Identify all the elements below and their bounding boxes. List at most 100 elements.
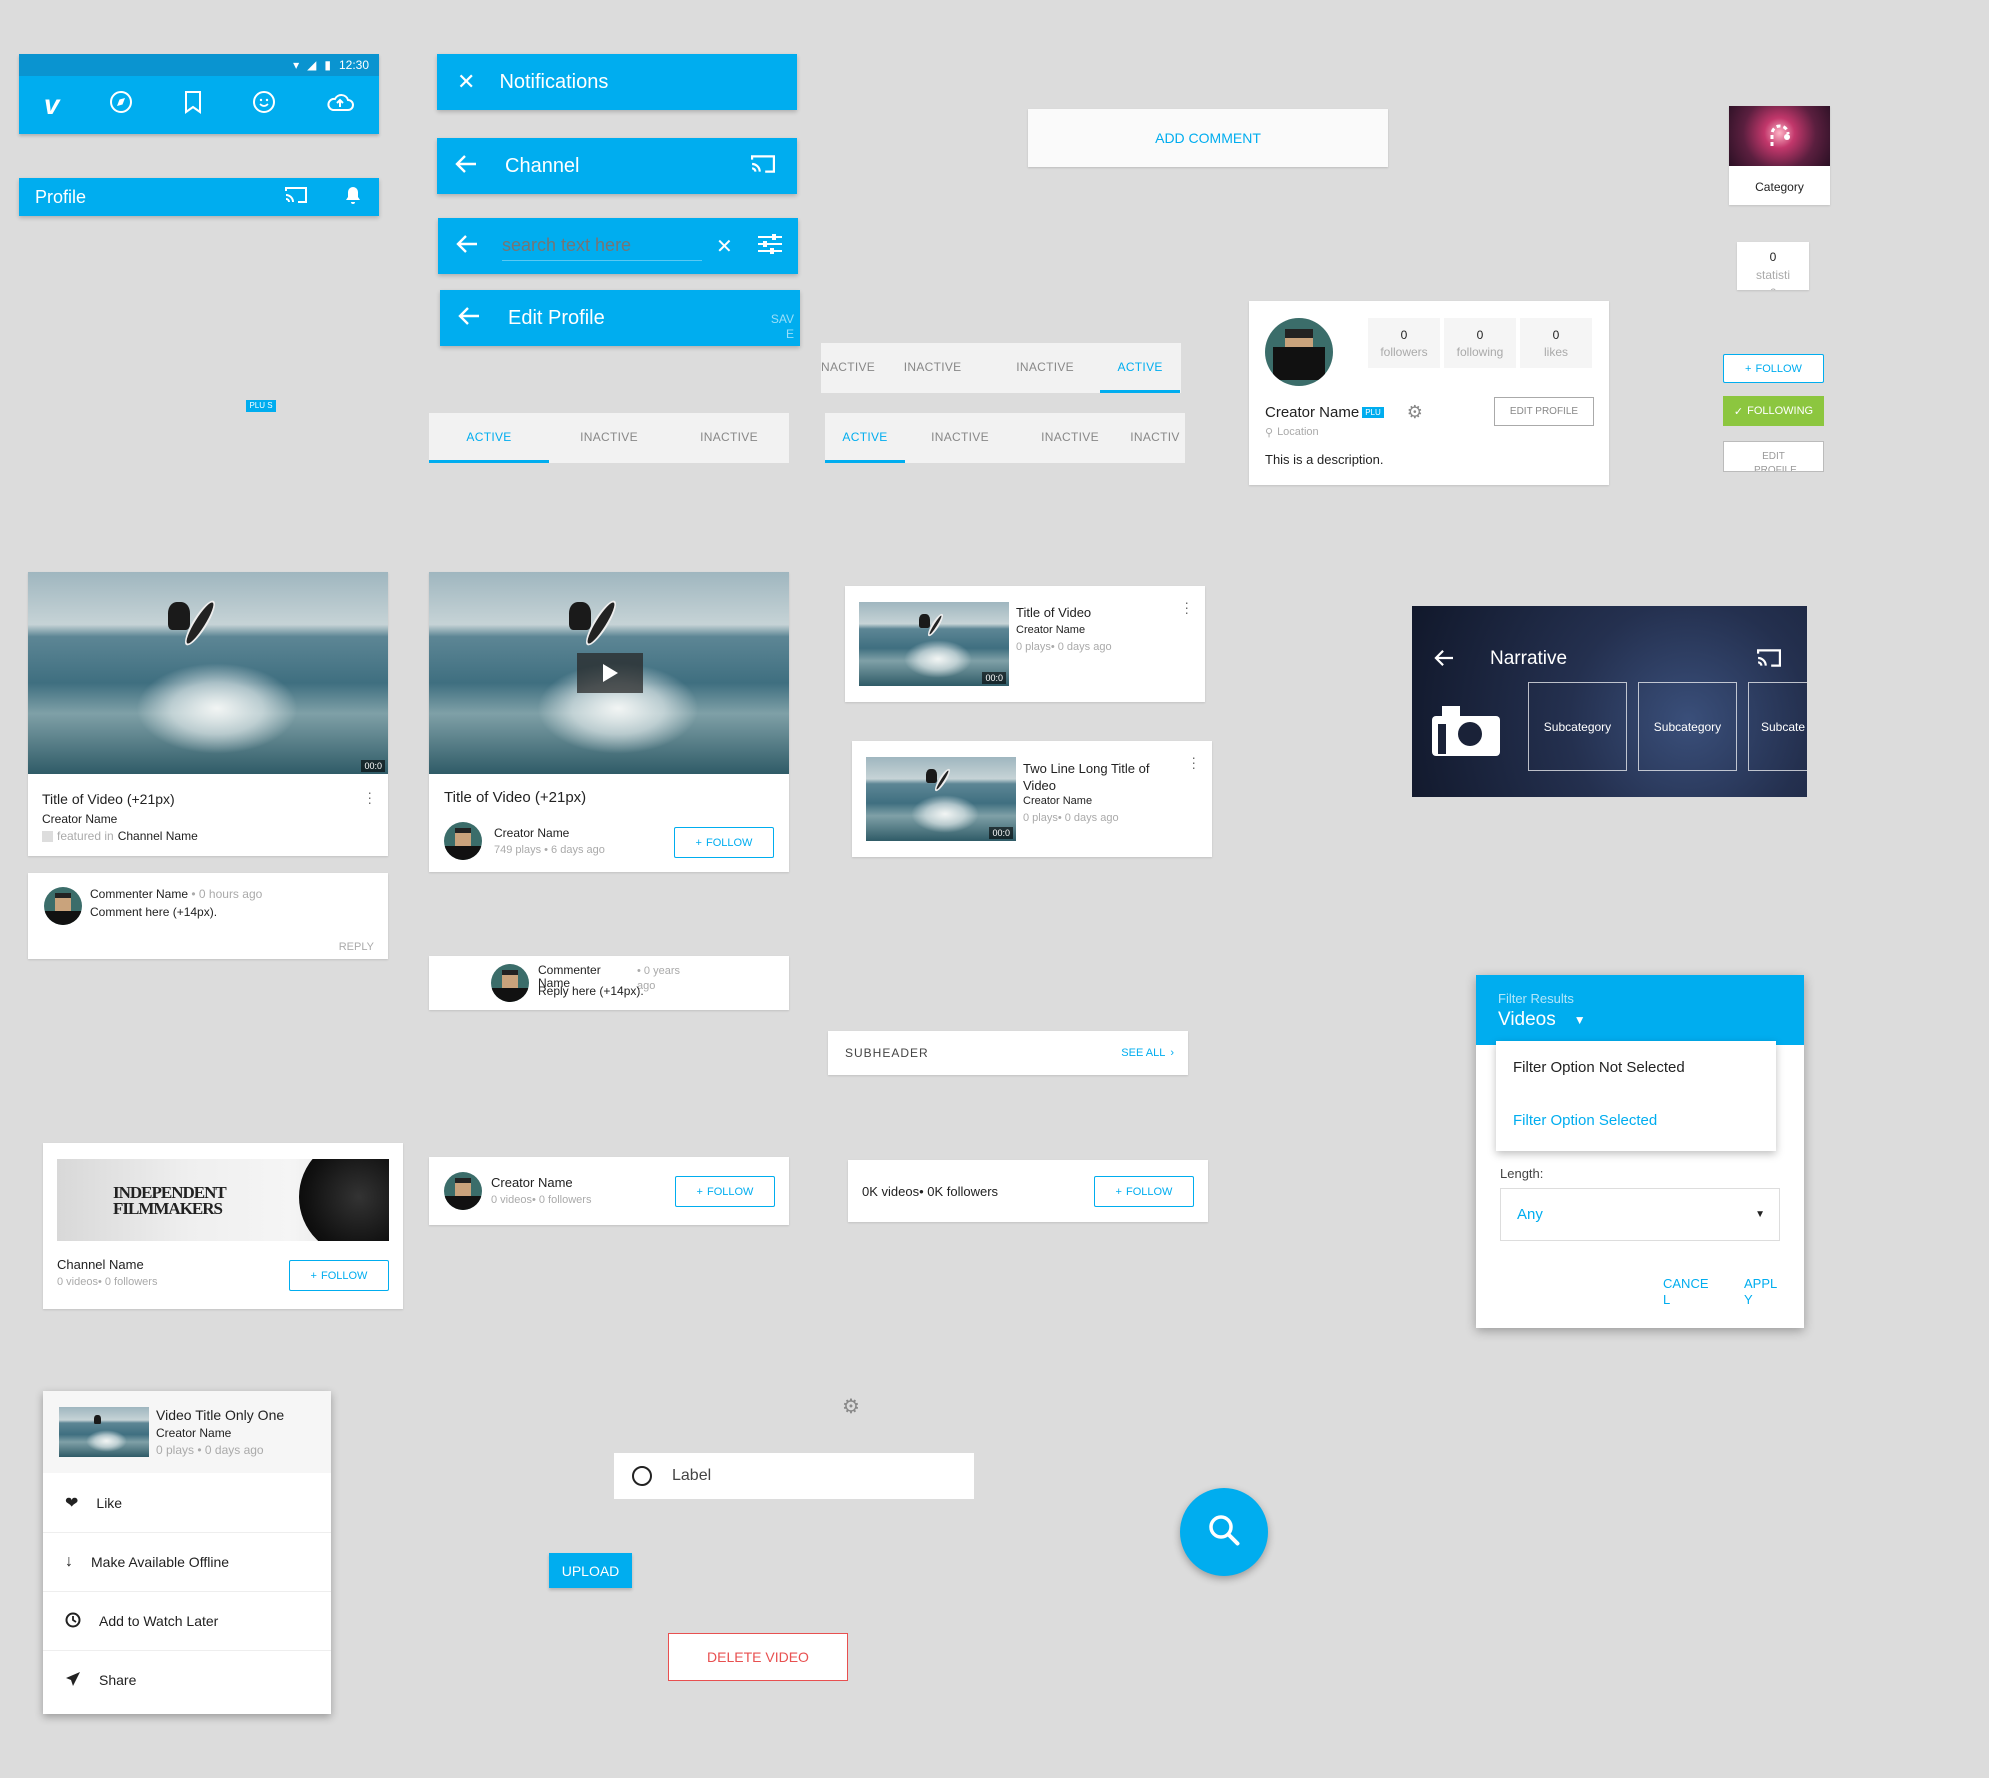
kebab-menu-icon[interactable]: · · · bbox=[367, 785, 372, 809]
follow-button[interactable]: + FOLLOW bbox=[289, 1260, 389, 1291]
gear-icon[interactable]: ⚙ bbox=[1407, 402, 1423, 423]
stat-following[interactable]: 0 following bbox=[1444, 318, 1516, 368]
tab-active[interactable]: ACTIVE bbox=[825, 413, 905, 463]
kebab-menu-icon[interactable]: · · · bbox=[1184, 595, 1189, 619]
smiley-icon[interactable] bbox=[252, 90, 276, 120]
compass-icon[interactable] bbox=[109, 90, 133, 120]
video-thumbnail[interactable]: 00:0 bbox=[859, 602, 1009, 686]
tab-inactive[interactable]: INACTIVE bbox=[990, 343, 1100, 393]
radio-button[interactable] bbox=[632, 1466, 652, 1486]
save-button[interactable]: SAV E bbox=[768, 312, 794, 342]
reply-button[interactable]: REPLY bbox=[339, 941, 374, 953]
stat-likes[interactable]: 0 likes bbox=[1520, 318, 1592, 368]
tab-inactive[interactable]: INACTIVE bbox=[549, 413, 669, 463]
tab-inactive[interactable]: NACTIVE bbox=[821, 343, 875, 393]
follow-button[interactable]: + FOLLOW bbox=[1723, 354, 1824, 383]
add-comment-button[interactable]: ADD COMMENT bbox=[1028, 109, 1388, 167]
filter-option-selected[interactable]: Filter Option Selected bbox=[1513, 1112, 1657, 1129]
cast-icon[interactable] bbox=[285, 186, 307, 209]
video-thumbnail[interactable] bbox=[59, 1407, 149, 1457]
video-thumbnail[interactable]: 00:0 bbox=[28, 572, 388, 774]
creator-row[interactable]: Creator Name 0 videos• 0 followers + FOLL… bbox=[429, 1157, 789, 1225]
tab-inactive[interactable]: INACTIVE bbox=[875, 343, 990, 393]
cloud-upload-icon[interactable] bbox=[326, 91, 355, 119]
apply-button[interactable]: APPL Y bbox=[1744, 1276, 1780, 1308]
edit-profile-small-button[interactable]: EDIT PROFILE bbox=[1723, 441, 1824, 472]
commenter-name[interactable]: Commenter Name bbox=[90, 887, 188, 901]
back-arrow-icon[interactable] bbox=[455, 154, 477, 179]
video-title[interactable]: Title of Video (+21px) bbox=[444, 789, 586, 806]
video-title[interactable]: Title of Video (+21px) bbox=[42, 791, 175, 807]
video-thumbnail[interactable] bbox=[429, 572, 789, 774]
avatar[interactable] bbox=[44, 887, 82, 925]
channel-name[interactable]: Channel Name bbox=[118, 829, 198, 843]
length-select[interactable]: Any ▼ bbox=[1500, 1188, 1780, 1241]
subcategory-tile[interactable]: Subcategory bbox=[1528, 682, 1627, 771]
tab-inactive[interactable]: INACTIVE bbox=[1015, 413, 1125, 463]
creator-name[interactable]: Creator Name bbox=[494, 826, 569, 840]
avatar[interactable] bbox=[444, 822, 482, 860]
video-card[interactable]: 00:0 Title of Video (+21px) · · · Creator … bbox=[28, 572, 388, 856]
delete-video-button[interactable]: DELETE VIDEO bbox=[668, 1633, 848, 1681]
edit-profile-button[interactable]: EDIT PROFILE bbox=[1494, 397, 1594, 426]
gear-icon[interactable]: ⚙ bbox=[842, 1394, 860, 1419]
filter-sliders-icon[interactable] bbox=[757, 233, 783, 260]
follow-button[interactable]: + FOLLOW bbox=[675, 1176, 775, 1207]
video-title[interactable]: Two Line Long Title of Video bbox=[1023, 760, 1173, 794]
cast-icon[interactable] bbox=[751, 154, 775, 179]
filter-option[interactable]: Filter Option Not Selected bbox=[1513, 1059, 1685, 1076]
see-all-link[interactable]: SEE ALL › bbox=[1121, 1047, 1174, 1059]
creator-name[interactable]: Creator Name bbox=[42, 812, 117, 826]
bell-icon[interactable] bbox=[345, 186, 361, 209]
channel-banner[interactable]: INDEPENDENT FILMMAKERS bbox=[57, 1159, 389, 1241]
tab-inactive[interactable]: INACTIVE bbox=[669, 413, 789, 463]
tab-active[interactable]: ACTIVE bbox=[1100, 343, 1181, 393]
subcategory-tile[interactable]: Subcategory bbox=[1638, 682, 1737, 771]
back-arrow-icon[interactable] bbox=[456, 234, 478, 259]
video-thumbnail[interactable]: 00:0 bbox=[866, 757, 1016, 841]
tab-inactive[interactable]: INACTIV bbox=[1125, 413, 1185, 463]
follow-button[interactable]: + FOLLOW bbox=[1094, 1176, 1194, 1207]
creator-name[interactable]: Creator Name bbox=[1016, 624, 1085, 636]
creator-name[interactable]: Creator Name bbox=[491, 1175, 573, 1190]
cast-icon[interactable] bbox=[1757, 648, 1781, 673]
video-title[interactable]: Title of Video bbox=[1016, 605, 1091, 620]
video-card-featured[interactable]: Title of Video (+21px) Creator Name 749 … bbox=[429, 572, 789, 872]
subcategory-tile[interactable]: Subcate bbox=[1748, 682, 1807, 771]
upload-button[interactable]: UPLOAD bbox=[549, 1553, 632, 1588]
video-list-item[interactable]: 00:0 Two Line Long Title of Video Creato… bbox=[852, 741, 1212, 857]
share-menu-item[interactable]: Share bbox=[43, 1650, 331, 1709]
offline-menu-item[interactable]: ↓ Make Available Offline bbox=[43, 1532, 331, 1591]
channel-name[interactable]: Channel Name bbox=[57, 1257, 144, 1272]
kebab-menu-icon[interactable]: · · · bbox=[1191, 750, 1196, 774]
sheet-video-header: Video Title Only One Creator Name 0 play… bbox=[43, 1391, 331, 1473]
cancel-button[interactable]: CANCE L bbox=[1663, 1276, 1713, 1308]
filter-type-dropdown[interactable]: Videos ▼ bbox=[1498, 1009, 1804, 1031]
tab-inactive[interactable]: INACTIVE bbox=[905, 413, 1015, 463]
search-fab[interactable] bbox=[1180, 1488, 1268, 1576]
back-arrow-icon[interactable] bbox=[458, 306, 480, 331]
back-arrow-icon[interactable] bbox=[1434, 649, 1454, 672]
watch-later-menu-item[interactable]: Add to Watch Later bbox=[43, 1591, 331, 1650]
bookmark-icon[interactable] bbox=[183, 90, 203, 120]
play-button-icon[interactable] bbox=[577, 653, 643, 693]
video-list-item[interactable]: 00:0 Title of Video Creator Name 0 plays… bbox=[845, 586, 1205, 702]
avatar[interactable] bbox=[444, 1172, 482, 1210]
stats-row: 0K videos• 0K followers + FOLLOW bbox=[848, 1160, 1208, 1222]
tab-active[interactable]: ACTIVE bbox=[429, 413, 549, 463]
follow-button[interactable]: + FOLLOW bbox=[674, 827, 774, 858]
creator-name[interactable]: Creator Name bbox=[1023, 795, 1092, 807]
clear-icon[interactable]: ✕ bbox=[716, 234, 733, 259]
vimeo-logo-icon[interactable]: v bbox=[44, 89, 60, 121]
reply-text: Reply here (+14px). bbox=[538, 984, 644, 998]
avatar[interactable] bbox=[1265, 318, 1333, 386]
like-menu-item[interactable]: ❤ Like bbox=[43, 1473, 331, 1532]
close-icon[interactable]: ✕ bbox=[457, 69, 475, 95]
following-button[interactable]: ✓ FOLLOWING bbox=[1723, 396, 1824, 426]
category-tile[interactable]: Category bbox=[1729, 106, 1830, 205]
channel-card[interactable]: INDEPENDENT FILMMAKERS Channel Name 0 vi… bbox=[43, 1143, 403, 1309]
search-input[interactable] bbox=[502, 231, 702, 261]
radio-option[interactable]: Label bbox=[614, 1453, 974, 1499]
stat-followers[interactable]: 0 followers bbox=[1368, 318, 1440, 368]
avatar[interactable] bbox=[491, 964, 529, 1002]
